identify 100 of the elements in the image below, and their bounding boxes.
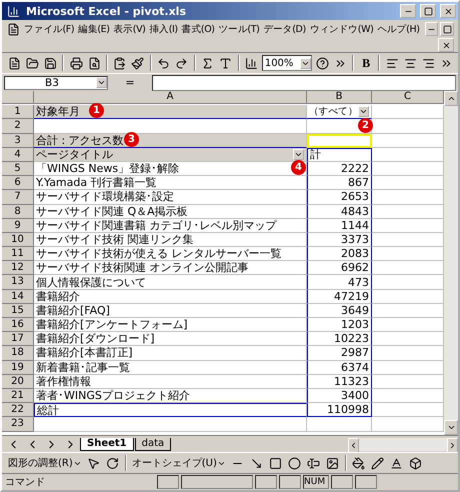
row-header[interactable]: 20 bbox=[2, 374, 34, 389]
cell-text: 書籍紹介 bbox=[36, 290, 80, 303]
minimize-button[interactable] bbox=[400, 4, 416, 18]
row-header[interactable]: 7 bbox=[2, 190, 34, 204]
row-header[interactable]: 15 bbox=[2, 304, 34, 318]
draw-menu-button[interactable]: 図形の調整(R) bbox=[6, 456, 84, 470]
row-header[interactable]: 1 bbox=[2, 105, 34, 120]
row-header[interactable]: 21 bbox=[2, 388, 34, 404]
scroll-right-icon bbox=[448, 440, 457, 450]
cell-text: 2222 bbox=[341, 162, 369, 176]
dropdown-button[interactable] bbox=[293, 148, 304, 160]
cell-text: 3400 bbox=[341, 389, 369, 402]
menu-item[interactable]: 書式(O) bbox=[180, 22, 216, 36]
menu-item[interactable]: ヘルプ(H) bbox=[376, 22, 421, 36]
table-cell[interactable]: （すべて） bbox=[307, 105, 372, 120]
cell-text: 書籍紹介[ダウンロード] bbox=[36, 332, 155, 346]
status-pane bbox=[355, 475, 377, 489]
cell-text: サーバサイド技術関連 オンライン公開記事 bbox=[36, 261, 248, 274]
row-header[interactable]: 12 bbox=[2, 261, 34, 276]
zoom-dropdown[interactable]: 100% bbox=[262, 55, 312, 71]
table-cell bbox=[372, 134, 444, 148]
status-pane bbox=[255, 475, 277, 489]
menu-item[interactable]: 挿入(I) bbox=[148, 22, 179, 36]
cell-text: サーバサイド環境構築･設定 bbox=[36, 190, 174, 204]
status-pane bbox=[279, 475, 301, 489]
close-button[interactable] bbox=[440, 4, 456, 18]
row-header[interactable]: 2 bbox=[2, 119, 34, 134]
cell-text: 著作権情報 bbox=[36, 374, 91, 388]
cell-text: 新着書籍･記事一覧 bbox=[36, 360, 130, 374]
name-box[interactable]: B3 bbox=[4, 76, 108, 90]
cell-text: 47219 bbox=[334, 290, 369, 303]
column-header[interactable]: C bbox=[372, 91, 444, 104]
formula-field[interactable] bbox=[152, 74, 456, 90]
status-pane bbox=[157, 475, 179, 489]
maximize-icon bbox=[424, 6, 432, 16]
restore-button[interactable] bbox=[440, 22, 454, 36]
menu-item[interactable]: データ(D) bbox=[262, 22, 307, 36]
row-header[interactable]: 9 bbox=[2, 218, 34, 233]
bold-button[interactable]: B bbox=[358, 56, 374, 70]
row-header[interactable]: 10 bbox=[2, 232, 34, 248]
row-header[interactable]: 14 bbox=[2, 290, 34, 304]
cell-text: 総計 bbox=[37, 404, 59, 417]
field-button[interactable]: ページタイトル bbox=[34, 148, 307, 162]
close-icon bbox=[442, 40, 450, 50]
row-header[interactable]: 22 bbox=[2, 403, 34, 418]
row-header[interactable]: 13 bbox=[2, 275, 34, 290]
close-icon bbox=[444, 6, 452, 16]
row-header[interactable]: 3 bbox=[2, 134, 34, 148]
menu-item[interactable]: 表示(V) bbox=[112, 22, 146, 36]
row-header[interactable]: 11 bbox=[2, 247, 34, 262]
column-header[interactable]: A bbox=[34, 91, 307, 104]
cell-text: 2987 bbox=[341, 346, 369, 360]
row-header[interactable]: 17 bbox=[2, 332, 34, 346]
row-header[interactable]: 4 bbox=[2, 148, 34, 162]
column-header[interactable]: B bbox=[307, 91, 372, 104]
cell-text: サーバサイド関連 Q＆A掲示板 bbox=[36, 204, 188, 218]
cell-text: サーバサイド技術が使える レンタルサーバー一覧 bbox=[36, 247, 282, 260]
cell-text: サーバサイド関連書籍 カテゴリ･レベル別マップ bbox=[36, 218, 276, 232]
cell-text: Y.Yamada 刊行書籍一覧 bbox=[36, 176, 157, 190]
table-cell bbox=[372, 119, 444, 134]
close-button[interactable] bbox=[438, 38, 454, 52]
cell-text: ページタイトル bbox=[36, 148, 113, 161]
menu-item[interactable]: ツール(T) bbox=[218, 22, 260, 36]
dropdown-button[interactable] bbox=[358, 106, 369, 118]
cell-text: 6374 bbox=[341, 360, 369, 374]
cell-text: 473 bbox=[348, 276, 369, 289]
num-lock-indicator: NUM bbox=[303, 475, 329, 489]
row-header[interactable]: 5 bbox=[2, 162, 34, 176]
autoshapes-button[interactable]: オートシェイプ(U) bbox=[130, 456, 228, 470]
restore-icon bbox=[442, 24, 452, 34]
minimize-button[interactable] bbox=[424, 22, 438, 36]
cell-text: （すべて） bbox=[309, 105, 358, 118]
menu-item[interactable]: ウィンドウ(W) bbox=[308, 22, 374, 36]
row-header[interactable]: 19 bbox=[2, 360, 34, 375]
cell-text: 「WINGS News」登録･解除 bbox=[36, 162, 180, 176]
cell-text: 書籍紹介[FAQ] bbox=[36, 304, 110, 317]
cell-text: サーバサイド技術 関連リンク集 bbox=[36, 232, 194, 246]
select-all-corner[interactable] bbox=[2, 91, 34, 104]
horizontal-scrollbar[interactable] bbox=[348, 438, 458, 450]
status-pane bbox=[181, 475, 253, 489]
row-header[interactable]: 23 bbox=[2, 417, 34, 432]
row-header[interactable]: 8 bbox=[2, 204, 34, 219]
row-header[interactable]: 18 bbox=[2, 346, 34, 361]
cell-text: 1203 bbox=[341, 318, 369, 332]
equals-sign: = bbox=[124, 76, 136, 89]
menu-item[interactable]: 編集(E) bbox=[77, 22, 111, 36]
sheet-tab[interactable]: data bbox=[134, 438, 172, 450]
row-header[interactable]: 6 bbox=[2, 176, 34, 190]
cell-text: 3649 bbox=[341, 304, 369, 317]
cell-text: 6962 bbox=[341, 261, 369, 274]
row-header[interactable]: 16 bbox=[2, 318, 34, 332]
scroll-down-icon bbox=[446, 423, 456, 432]
cell-text: 著者･WINGSプロジェクト紹介 bbox=[36, 389, 190, 402]
vertical-scrollbar[interactable] bbox=[444, 91, 458, 435]
sheet-tab[interactable]: Sheet1 bbox=[80, 438, 134, 450]
menu-item[interactable]: ファイル(F) bbox=[23, 22, 76, 36]
cell-text: 合計 : アクセス数 bbox=[36, 134, 124, 147]
cell-text: 1144 bbox=[341, 218, 369, 232]
window-title: Microsoft Excel - pivot.xls bbox=[26, 4, 188, 18]
maximize-button[interactable] bbox=[420, 4, 436, 18]
